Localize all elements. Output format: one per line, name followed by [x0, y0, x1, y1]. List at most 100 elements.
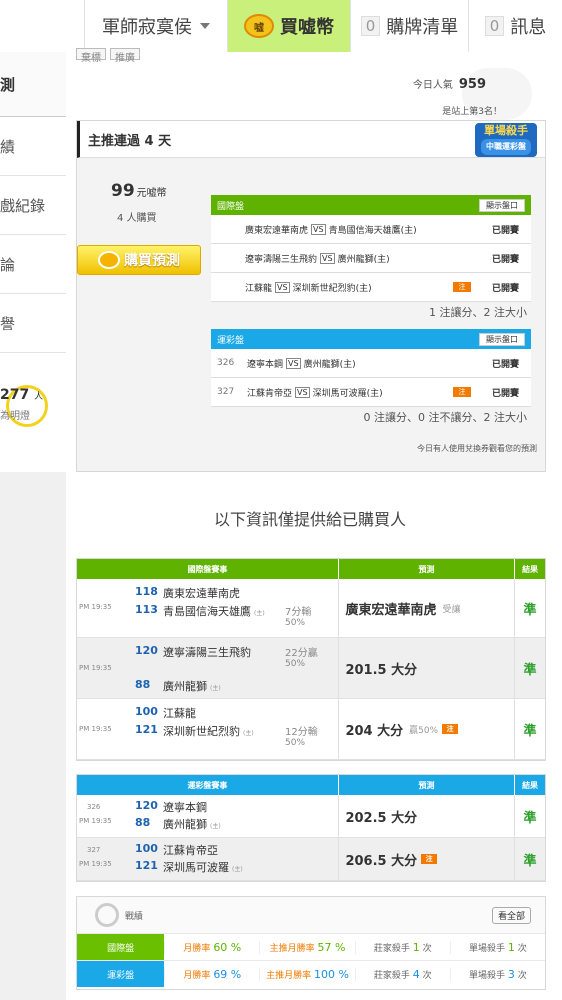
show-odds-button[interactable]: 顯示盤口 [479, 332, 525, 346]
prediction-text: 206.5 大分 [345, 853, 418, 869]
popularity-number: 959 [458, 77, 486, 92]
team-name-host: 廣州龍獅 (主) [163, 816, 221, 832]
stat-unit: 次 [517, 970, 527, 981]
user-menu[interactable]: 軍師寂寞侯 [84, 0, 227, 52]
top-navbar: 軍師寂寞侯 嘘 買嘘幣 0 購牌清單 0 訊息 [0, 0, 562, 53]
home-team: 遼寧本鋼 [247, 359, 284, 370]
game-time: PM 19:35 [79, 725, 112, 733]
spread-value: 22分贏 [285, 648, 318, 659]
record-label: 運彩盤 [77, 961, 165, 987]
sidebar-item-record[interactable]: 績 [0, 117, 66, 176]
see-all-button[interactable]: 看全部 [491, 907, 531, 924]
messages-label: 訊息 [510, 17, 547, 38]
cart-button[interactable]: 0 購牌清單 [350, 0, 468, 52]
coin-icon [98, 251, 120, 269]
team-number: 113 [135, 603, 158, 616]
sidebar-item-game-log[interactable]: 戲紀錄 [0, 176, 66, 235]
record-label: 國際盤 [77, 934, 165, 960]
team-name: 廣州龍獅 [163, 818, 207, 831]
stat-unit: 次 [517, 943, 527, 954]
badge-main: 單場殺手 [484, 124, 528, 137]
home-team: 遼寧濤陽三生飛豹 [245, 254, 318, 265]
intl-prediction-header: 國際盤賽事 預測 結果 [77, 559, 545, 579]
stat-label: 莊家殺手 [373, 943, 410, 954]
single-killer: 單場殺手 1 次 [449, 940, 545, 954]
monthly-win: 月勝率 69 % [164, 967, 259, 981]
away-team: 青島國信海天雄鷹(主) [328, 225, 417, 236]
home-team: 江蘇肯帝亞 [247, 388, 293, 399]
banker-killer: 莊家殺手 1 次 [354, 940, 450, 954]
vs-icon: VS [311, 223, 326, 235]
badge-sub: 中職運彩盤 [481, 139, 531, 155]
prediction-text: 廣東宏遠華南虎 [345, 602, 437, 618]
sidebar-item-label: 論 [0, 255, 16, 274]
stat-value: 60 % [213, 940, 242, 954]
sidebar-item-reputation[interactable]: 譽 [0, 294, 66, 353]
prediction-row: 327 PM 19:35 100 江蘇肯帝亞 121 深圳馬可波羅 (主) 206… [77, 838, 545, 881]
col-result: 結果 [514, 559, 545, 579]
rank-text: 是站上第3名！ [442, 107, 502, 117]
buy-coins-button[interactable]: 嘘 買嘘幣 [227, 0, 350, 52]
record-panel: 戰績 看全部 國際盤 月勝率 60 % 主推月勝率 57 % 莊家殺手 1 次 … [76, 896, 546, 990]
team-name: 深圳新世紀烈豹 [163, 725, 240, 738]
team-name: 江蘇肯帝亞 [163, 844, 218, 857]
sidebar-item-prediction[interactable]: 測 [0, 52, 66, 117]
stat-value: 1 [507, 940, 515, 954]
bet-tag-icon: 注 [442, 724, 459, 734]
team-name-host: 深圳新世紀烈豹 (主) [163, 723, 254, 739]
prediction-row: PM 19:35 100 江蘇龍 121 深圳新世紀烈豹 (主) 12分輸 50% … [77, 699, 545, 760]
host-label: (主) [232, 866, 243, 873]
record-row: 運彩盤 月勝率 69 % 主推月勝率 100 % 莊家殺手 4 次 單場殺手 3… [77, 960, 545, 987]
cart-label: 購牌清單 [386, 17, 459, 38]
vs-icon: VS [320, 252, 335, 264]
stat-unit: 次 [422, 943, 432, 954]
crumb-button[interactable]: 棄標 [76, 48, 106, 64]
lottery-summary: 0 注讓分、0 注不讓分、2 注大小 [363, 411, 528, 424]
vs-icon: VS [286, 357, 301, 369]
team-name: 遼寧本鋼 [163, 801, 207, 814]
record-header: 戰績 [77, 897, 545, 933]
team-number: 121 [135, 859, 158, 872]
intl-summary: 1 注讓分、2 注大小 [429, 306, 527, 319]
show-odds-button[interactable]: 顯示盤口 [479, 198, 525, 212]
spread-value: 7分輸 [285, 607, 312, 618]
spread: 7分輸 50% [285, 603, 311, 628]
bet-tag-icon: 注 [453, 282, 471, 292]
buy-prediction-label: 購買預測 [124, 253, 180, 269]
col-result: 結果 [514, 775, 545, 795]
caret-down-icon [200, 23, 210, 29]
stat-label: 單場殺手 [469, 970, 506, 981]
away-team: 深圳馬可波羅(主) [312, 388, 383, 399]
messages-button[interactable]: 0 訊息 [468, 0, 562, 52]
spread-pct: 50% [285, 738, 306, 748]
game-status: 已開賽 [491, 254, 519, 265]
single-killer-badge: 單場殺手 中職運彩盤 [475, 123, 537, 157]
intl-title: 國際盤 [217, 201, 245, 212]
stat-value: 4 [412, 967, 420, 981]
game-number: 327 [217, 387, 235, 397]
prediction-text: 201.5 大分 [345, 662, 418, 678]
col-games: 國際盤賽事 [77, 559, 338, 579]
sidebar-item-discussion[interactable]: 論 [0, 235, 66, 294]
prediction-sub: 贏50% [409, 725, 439, 736]
intl-games-table: 國際盤 顯示盤口 廣東宏遠華南虎 VS 青島國信海天雄鷹(主) 已開賽 遼寧濤陽三生… [211, 195, 531, 324]
price: 99 元嘘幣 [111, 181, 167, 201]
crumb-button[interactable]: 推廣 [110, 48, 140, 64]
col-games: 運彩盤賽事 [77, 775, 338, 795]
host-label: (主) [210, 685, 221, 692]
team-name-host: 深圳馬可波羅 (主) [163, 859, 243, 875]
away-team: 廣州龍獅(主) [303, 359, 356, 370]
lottery-title: 運彩盤 [217, 335, 245, 346]
game-time: PM 19:35 [79, 664, 112, 672]
team-name-host: 廣州龍獅 (主) [163, 678, 221, 694]
game-row: 326 遼寧本鋼 VS 廣州龍獅(主) 已開賽 [211, 349, 531, 378]
stat-label: 莊家殺手 [373, 970, 410, 981]
game-time: PM 19:35 [79, 860, 112, 868]
stat-label: 主推月勝率 [266, 970, 312, 981]
bet-tag-icon: 注 [421, 854, 438, 864]
game-time: PM 19:35 [79, 603, 112, 611]
single-killer: 單場殺手 3 次 [449, 967, 545, 981]
host-label: (主) [254, 610, 265, 617]
vs-icon: VS [275, 281, 290, 293]
buy-prediction-button[interactable]: 購買預測 [77, 245, 201, 275]
